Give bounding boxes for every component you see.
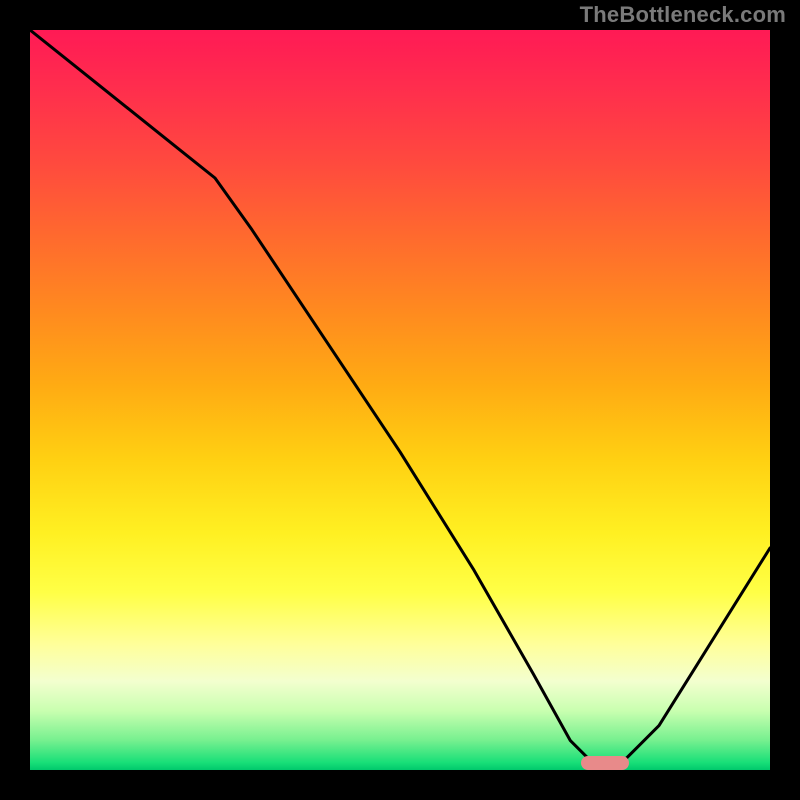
chart-container: TheBottleneck.com [0, 0, 800, 800]
optimal-range-marker [581, 756, 629, 770]
plot-area [30, 30, 770, 770]
watermark-label: TheBottleneck.com [580, 2, 786, 28]
bottleneck-curve [30, 30, 770, 763]
line-chart-svg [30, 30, 770, 770]
